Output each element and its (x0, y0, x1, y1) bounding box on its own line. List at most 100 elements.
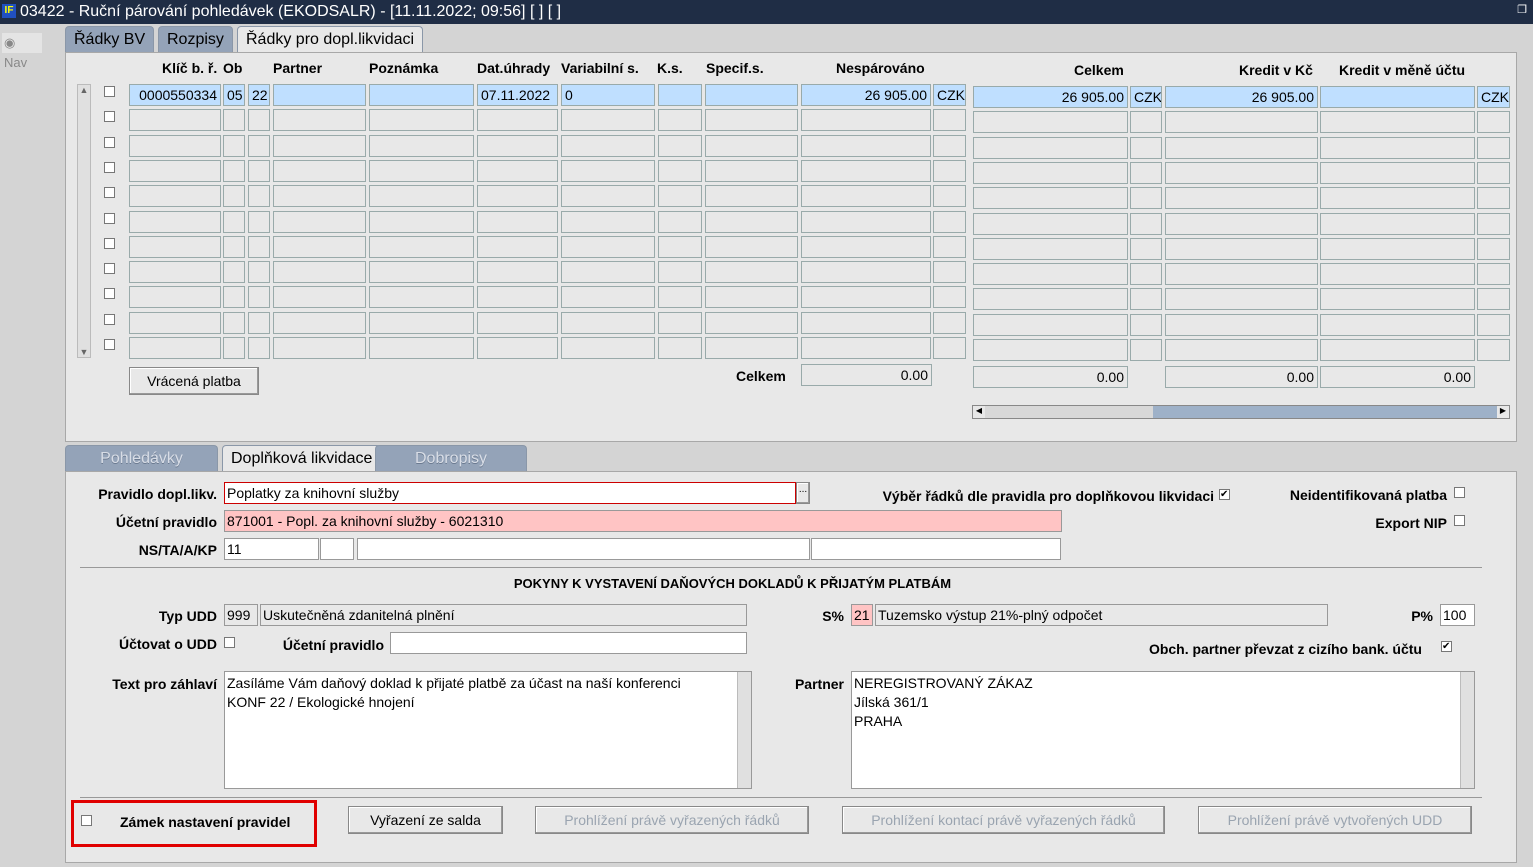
pravidlo-input[interactable]: Poplatky za knihovní služby (224, 482, 796, 504)
grid-cell[interactable] (561, 311, 655, 334)
grid-cell[interactable] (248, 159, 270, 182)
grid-cell[interactable] (705, 185, 798, 208)
grid-cell[interactable] (1130, 111, 1162, 134)
row-checkbox[interactable] (104, 339, 115, 350)
scroll-down-icon[interactable]: ▼ (78, 347, 90, 357)
grid-cell[interactable] (1477, 339, 1510, 361)
grid-cell[interactable] (1320, 339, 1475, 361)
tab-radky-dopl[interactable]: Řádky pro dopl.likvidaci (237, 26, 424, 53)
prohlizeni-udd-button[interactable]: Prohlížení právě vytvořených UDD (1198, 806, 1472, 834)
grid-cell[interactable] (658, 210, 702, 233)
grid-cell[interactable] (801, 311, 931, 334)
tab-radky-bv[interactable]: Řádky BV (65, 26, 155, 52)
grid-cell[interactable] (933, 235, 966, 258)
grid-cell[interactable] (369, 337, 474, 359)
grid-cell[interactable] (1130, 339, 1162, 361)
grid-cell[interactable] (658, 235, 702, 258)
grid-cell[interactable] (369, 210, 474, 233)
grid-cell[interactable] (1477, 187, 1510, 210)
grid-cell[interactable] (658, 109, 702, 132)
grid-cell[interactable] (129, 311, 221, 334)
grid-cell[interactable] (129, 337, 221, 359)
grid-cell[interactable] (1320, 111, 1475, 134)
grid-cell[interactable] (223, 235, 245, 258)
grid-cell[interactable] (129, 134, 221, 157)
grid-cell[interactable] (973, 136, 1128, 159)
grid-cell[interactable] (1165, 161, 1318, 184)
grid-cell[interactable] (477, 210, 558, 233)
grid-cell[interactable]: CZK (933, 84, 966, 106)
grid-cell[interactable] (273, 337, 366, 359)
grid-cell[interactable] (369, 235, 474, 258)
grid-cell[interactable] (1130, 212, 1162, 235)
grid-cell[interactable] (561, 337, 655, 359)
grid-cell[interactable]: CZK (1130, 86, 1162, 108)
grid-cell[interactable] (705, 261, 798, 284)
grid-cell[interactable] (973, 339, 1128, 361)
grid-cell[interactable] (223, 286, 245, 309)
grid-cell[interactable] (1165, 237, 1318, 260)
typ-udd-code[interactable]: 999 (224, 604, 258, 626)
grid-cell[interactable] (658, 134, 702, 157)
grid-cell[interactable] (477, 185, 558, 208)
grid-cell[interactable] (933, 286, 966, 309)
scroll-up-icon[interactable]: ▲ (78, 85, 90, 95)
grid-cell[interactable] (801, 286, 931, 309)
grid-cell[interactable] (1320, 237, 1475, 260)
grid-cell[interactable] (369, 84, 474, 106)
row-checkbox[interactable] (104, 237, 115, 249)
grid-cell[interactable] (273, 109, 366, 132)
grid-cell[interactable] (801, 134, 931, 157)
grid-cell[interactable]: 22 (248, 84, 270, 106)
row-checkbox[interactable] (104, 136, 115, 148)
s-code[interactable]: 21 (851, 604, 873, 626)
grid-cell[interactable] (705, 84, 798, 106)
grid-cell[interactable] (1130, 313, 1162, 336)
grid-cell[interactable] (369, 261, 474, 284)
grid-cell[interactable] (248, 134, 270, 157)
row-checkbox[interactable] (104, 263, 115, 275)
tab-rozpisy[interactable]: Rozpisy (158, 26, 233, 52)
grid-cell[interactable] (705, 235, 798, 258)
grid-cell[interactable] (705, 286, 798, 309)
grid-cell[interactable] (1320, 288, 1475, 311)
grid-cell[interactable]: 0 (561, 84, 655, 106)
grid-cell[interactable] (1130, 263, 1162, 286)
grid-cell[interactable] (561, 159, 655, 182)
grid-cell[interactable] (801, 337, 931, 359)
grid-cell[interactable] (369, 134, 474, 157)
uctovat-checkbox[interactable] (224, 637, 235, 648)
grid-cell[interactable] (248, 109, 270, 132)
grid-cell[interactable] (223, 159, 245, 182)
grid-cell[interactable] (273, 235, 366, 258)
grid-cell[interactable] (129, 210, 221, 233)
text-scrollbar[interactable] (737, 672, 751, 788)
grid-cell[interactable]: 26 905.00 (973, 86, 1128, 108)
grid-cell[interactable] (973, 187, 1128, 210)
grid-cell[interactable] (1320, 212, 1475, 235)
row-checkbox[interactable] (104, 313, 115, 325)
obch-partner-checkbox[interactable]: ✔ (1441, 641, 1452, 652)
grid-cell[interactable] (273, 286, 366, 309)
grid-cell[interactable] (1165, 339, 1318, 361)
grid-cell[interactable] (477, 261, 558, 284)
grid-cell[interactable] (129, 235, 221, 258)
grid-cell[interactable] (477, 109, 558, 132)
grid-cell[interactable] (658, 159, 702, 182)
partner-textarea[interactable]: NEREGISTROVANÝ ZÁKAZ Jílská 361/1 PRAHA (851, 671, 1475, 789)
grid-cell[interactable] (1477, 237, 1510, 260)
grid-cell[interactable] (1165, 313, 1318, 336)
grid-cell[interactable] (1477, 161, 1510, 184)
returned-payment-button[interactable]: Vrácená platba (129, 367, 259, 395)
grid-cell[interactable] (973, 212, 1128, 235)
grid-cell[interactable] (973, 288, 1128, 311)
vyrazeni-button[interactable]: Vyřazení ze salda (348, 806, 503, 834)
grid-cell[interactable] (477, 159, 558, 182)
grid-cell[interactable] (561, 109, 655, 132)
grid-cell[interactable] (477, 311, 558, 334)
grid-cell[interactable] (705, 311, 798, 334)
grid-cell[interactable] (973, 263, 1128, 286)
grid-cell[interactable] (1477, 288, 1510, 311)
grid-cell[interactable] (223, 337, 245, 359)
grid-cell[interactable] (1130, 161, 1162, 184)
